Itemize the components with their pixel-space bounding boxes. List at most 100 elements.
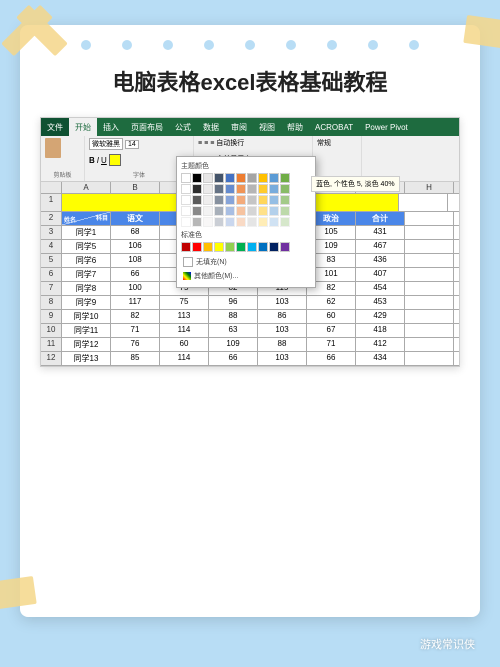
color-swatch[interactable]: [258, 206, 268, 216]
color-swatch[interactable]: [258, 184, 268, 194]
data-cell[interactable]: 71: [307, 338, 356, 351]
color-swatch[interactable]: [214, 206, 224, 216]
data-cell[interactable]: 434: [356, 352, 405, 365]
color-swatch[interactable]: [214, 242, 224, 252]
tab-view[interactable]: 视图: [253, 118, 281, 136]
data-cell[interactable]: 71: [111, 324, 160, 337]
tab-file[interactable]: 文件: [41, 118, 69, 136]
fill-color-button[interactable]: [109, 154, 121, 166]
data-cell[interactable]: 117: [111, 296, 160, 309]
tab-formula[interactable]: 公式: [169, 118, 197, 136]
font-size-select[interactable]: 14: [125, 140, 139, 149]
data-cell[interactable]: 100: [111, 282, 160, 295]
color-swatch[interactable]: [192, 173, 202, 183]
row-header[interactable]: 11: [41, 338, 62, 351]
name-cell[interactable]: 同学9: [62, 296, 111, 309]
color-swatch[interactable]: [225, 242, 235, 252]
col-header-h[interactable]: H: [405, 182, 454, 193]
color-swatch[interactable]: [258, 173, 268, 183]
color-swatch[interactable]: [258, 217, 268, 227]
color-swatch[interactable]: [280, 195, 290, 205]
color-swatch[interactable]: [280, 173, 290, 183]
data-cell[interactable]: 66: [209, 352, 258, 365]
data-cell[interactable]: 66: [307, 352, 356, 365]
data-cell[interactable]: 67: [307, 324, 356, 337]
data-cell[interactable]: 429: [356, 310, 405, 323]
data-cell[interactable]: 103: [258, 296, 307, 309]
data-cell[interactable]: 96: [209, 296, 258, 309]
tab-acrobat[interactable]: ACROBAT: [309, 118, 359, 136]
color-swatch[interactable]: [247, 242, 257, 252]
data-cell[interactable]: 60: [307, 310, 356, 323]
color-swatch[interactable]: [192, 184, 202, 194]
color-swatch[interactable]: [280, 217, 290, 227]
data-cell[interactable]: 88: [209, 310, 258, 323]
row-header[interactable]: 5: [41, 254, 62, 267]
color-swatch[interactable]: [192, 195, 202, 205]
row-header[interactable]: 2: [41, 212, 62, 225]
tab-data[interactable]: 数据: [197, 118, 225, 136]
select-all-corner[interactable]: [41, 182, 62, 193]
color-swatch[interactable]: [214, 195, 224, 205]
color-swatch[interactable]: [203, 206, 213, 216]
color-swatch[interactable]: [225, 195, 235, 205]
name-cell[interactable]: 同学13: [62, 352, 111, 365]
data-cell[interactable]: 418: [356, 324, 405, 337]
row-header[interactable]: 1: [41, 194, 62, 211]
color-swatch[interactable]: [214, 173, 224, 183]
format-normal[interactable]: 常规: [317, 138, 331, 148]
wrap-text-button[interactable]: 自动换行: [216, 138, 244, 148]
color-swatch[interactable]: [181, 242, 191, 252]
tab-review[interactable]: 审阅: [225, 118, 253, 136]
row-header[interactable]: 9: [41, 310, 62, 323]
color-swatch[interactable]: [247, 217, 257, 227]
data-cell[interactable]: 453: [356, 296, 405, 309]
color-swatch[interactable]: [247, 195, 257, 205]
data-cell[interactable]: 109: [209, 338, 258, 351]
tab-layout[interactable]: 页面布局: [125, 118, 169, 136]
color-swatch[interactable]: [269, 206, 279, 216]
color-swatch[interactable]: [181, 173, 191, 183]
color-swatch[interactable]: [236, 195, 246, 205]
name-cell[interactable]: 同学1: [62, 226, 111, 239]
data-cell[interactable]: 436: [356, 254, 405, 267]
diagonal-header-cell[interactable]: 科目 姓名: [62, 212, 111, 225]
name-cell[interactable]: 同学6: [62, 254, 111, 267]
data-cell[interactable]: 431: [356, 226, 405, 239]
color-swatch[interactable]: [181, 184, 191, 194]
color-swatch[interactable]: [225, 217, 235, 227]
color-swatch[interactable]: [225, 184, 235, 194]
color-swatch[interactable]: [258, 195, 268, 205]
color-swatch[interactable]: [225, 206, 235, 216]
color-swatch[interactable]: [203, 217, 213, 227]
data-cell[interactable]: 88: [258, 338, 307, 351]
tab-help[interactable]: 帮助: [281, 118, 309, 136]
name-cell[interactable]: 同学12: [62, 338, 111, 351]
data-cell[interactable]: 106: [111, 240, 160, 253]
color-swatch[interactable]: [269, 195, 279, 205]
color-swatch[interactable]: [236, 184, 246, 194]
color-swatch[interactable]: [236, 217, 246, 227]
color-swatch[interactable]: [269, 173, 279, 183]
row-header[interactable]: 10: [41, 324, 62, 337]
more-colors-option[interactable]: 其他颜色(M)...: [181, 269, 311, 283]
color-swatch[interactable]: [269, 242, 279, 252]
data-cell[interactable]: 75: [160, 296, 209, 309]
color-swatch[interactable]: [214, 217, 224, 227]
data-cell[interactable]: 68: [111, 226, 160, 239]
color-swatch[interactable]: [203, 195, 213, 205]
color-swatch[interactable]: [236, 206, 246, 216]
color-swatch[interactable]: [181, 206, 191, 216]
underline-button[interactable]: U: [101, 156, 107, 165]
bold-button[interactable]: B: [89, 156, 95, 165]
color-swatch[interactable]: [181, 195, 191, 205]
data-cell[interactable]: 103: [258, 324, 307, 337]
data-cell[interactable]: 467: [356, 240, 405, 253]
color-swatch[interactable]: [269, 184, 279, 194]
color-swatch[interactable]: [225, 173, 235, 183]
data-cell[interactable]: 114: [160, 352, 209, 365]
row-header[interactable]: 6: [41, 268, 62, 281]
name-cell[interactable]: 同学8: [62, 282, 111, 295]
color-swatch[interactable]: [192, 206, 202, 216]
data-cell[interactable]: 82: [111, 310, 160, 323]
